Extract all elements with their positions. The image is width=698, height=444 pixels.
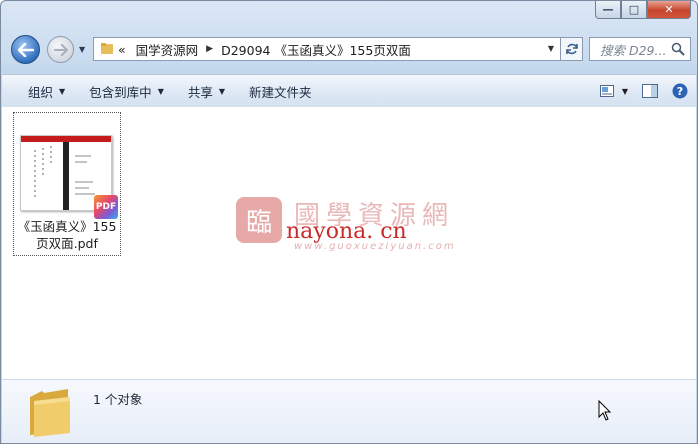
include-library-label: 包含到库中 (89, 84, 152, 100)
view-options-button[interactable]: ▼ (599, 85, 628, 97)
view-icon (599, 85, 614, 97)
file-name: 《玉函真义》155页双面.pdf (17, 219, 117, 251)
search-input[interactable]: 搜索 D29... (589, 37, 691, 61)
back-button[interactable] (11, 35, 40, 64)
refresh-icon (565, 43, 578, 55)
caret-down-icon: ▼ (59, 86, 66, 96)
close-button[interactable]: ✕ (647, 1, 691, 19)
arrow-left-icon (17, 42, 34, 57)
recent-pages-dropdown[interactable]: ▼ (79, 45, 85, 54)
caret-down-icon: ▼ (157, 86, 164, 96)
caret-down-icon: ▼ (621, 86, 628, 96)
breadcrumb-guoxue[interactable]: 国学资源网 (136, 40, 199, 59)
minimize-button[interactable]: — (595, 1, 621, 19)
pdf-badge-icon: PDF (94, 195, 118, 219)
preview-pane-icon[interactable] (642, 84, 658, 98)
command-bar: 组织 ▼ 包含到库中 ▼ 共享 ▼ 新建文件夹 ▼ ? (2, 74, 696, 108)
address-bar[interactable]: « 国学资源网 ▶ D29094 《玉函真义》155页双面 ▼ (93, 37, 561, 61)
watermark-seal-icon: 臨 (236, 197, 282, 243)
breadcrumb-current-folder[interactable]: D29094 《玉函真义》155页双面 (221, 40, 411, 59)
watermark-subtitle: www.guoxueziyuan.com (294, 241, 456, 252)
include-in-library-menu[interactable]: 包含到库中 ▼ (77, 75, 176, 107)
refresh-button[interactable] (561, 37, 583, 61)
overflow-chevron[interactable]: « (118, 42, 126, 57)
watermark: 臨 國學資源網 nayona. cn www.guoxueziyuan.com (236, 195, 498, 255)
new-folder-button[interactable]: 新建文件夹 (237, 75, 324, 107)
search-icon (671, 42, 685, 56)
caption-buttons: — □ ✕ (595, 1, 691, 21)
mouse-cursor-icon (598, 400, 612, 421)
file-list[interactable]: PDF 《玉函真义》155页双面.pdf 臨 國學資源網 nayona. cn … (2, 107, 696, 379)
share-menu[interactable]: 共享 ▼ (176, 75, 237, 107)
svg-text:?: ? (677, 85, 683, 98)
forward-button[interactable] (47, 36, 74, 63)
help-icon[interactable]: ? (672, 83, 688, 99)
toolbar-right: ▼ ? (599, 75, 688, 107)
caret-down-icon: ▼ (218, 86, 226, 96)
details-pane: 1 个对象 (2, 379, 696, 443)
explorer-window: — □ ✕ ▼ « 国学资源网 ▶ D29094 《玉函真义》155页双面 ▼ … (0, 0, 698, 444)
address-dropdown-icon[interactable]: ▼ (548, 44, 554, 53)
maximize-button[interactable]: □ (621, 1, 647, 19)
organize-label: 组织 (28, 84, 54, 100)
folder-icon (30, 389, 70, 437)
arrow-right-icon (53, 43, 68, 56)
search-placeholder: 搜索 D29... (600, 42, 667, 58)
navigation-row: ▼ « 国学资源网 ▶ D29094 《玉函真义》155页双面 ▼ 搜索 D29… (9, 35, 691, 65)
folder-icon (100, 41, 114, 58)
organize-menu[interactable]: 组织 ▼ (2, 75, 77, 107)
share-label: 共享 (187, 84, 213, 100)
file-item-pdf[interactable]: PDF 《玉函真义》155页双面.pdf (13, 112, 121, 256)
item-count: 1 个对象 (93, 392, 143, 407)
new-folder-label: 新建文件夹 (249, 84, 312, 100)
breadcrumb-separator-icon[interactable]: ▶ (206, 44, 213, 54)
